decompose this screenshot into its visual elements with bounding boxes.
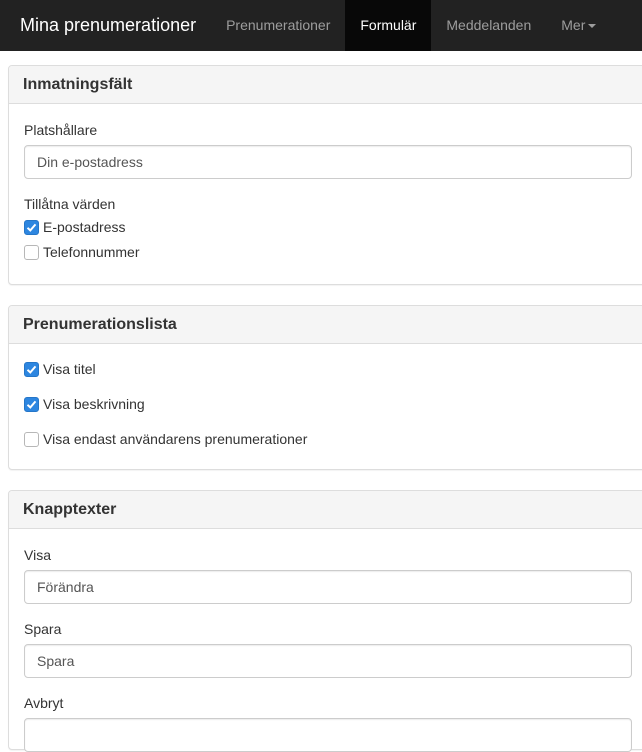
placeholder-input[interactable] xyxy=(24,145,632,179)
checkbox-show-title[interactable] xyxy=(24,361,39,377)
option-show-title[interactable]: Visa titel xyxy=(24,361,96,377)
option-phone[interactable]: Telefonnummer xyxy=(24,244,140,260)
nav-item-formular[interactable]: Formulär xyxy=(345,0,432,51)
show-button-input[interactable] xyxy=(24,570,632,604)
checkbox-phone[interactable] xyxy=(24,244,39,260)
option-show-user-only-label: Visa endast användarens prenumerationer xyxy=(43,431,308,447)
button-texts-panel: Knapptexter Visa Spara Avbryt xyxy=(8,490,642,752)
panel-title: Knapptexter xyxy=(9,491,642,529)
option-show-user-only[interactable]: Visa endast användarens prenumerationer xyxy=(24,431,307,447)
subscription-list-panel: Prenumerationslista Visa titel Visa besk… xyxy=(8,305,642,470)
placeholder-label: Platshållare xyxy=(24,122,98,138)
option-email[interactable]: E-postadress xyxy=(24,219,125,235)
option-show-title-label: Visa titel xyxy=(43,361,96,377)
nav-item-mer-label: Mer xyxy=(561,17,586,33)
panel-title: Inmatningsfält xyxy=(9,66,642,104)
cancel-button-input[interactable] xyxy=(24,718,632,752)
top-navbar: Mina prenumerationer Prenumerationer For… xyxy=(0,0,642,51)
show-button-label: Visa xyxy=(24,547,51,563)
allowed-values-label: Tillåtna värden xyxy=(24,196,116,212)
option-email-label: E-postadress xyxy=(43,219,126,235)
option-show-description-label: Visa beskrivning xyxy=(43,396,145,412)
option-phone-label: Telefonnummer xyxy=(43,244,140,260)
checkbox-show-description[interactable] xyxy=(24,396,39,412)
panel-title: Prenumerationslista xyxy=(9,306,642,344)
nav-item-meddelanden[interactable]: Meddelanden xyxy=(431,0,546,51)
nav-item-mer-dropdown[interactable]: Mer xyxy=(546,0,611,51)
save-button-input[interactable] xyxy=(24,644,632,678)
caret-down-icon xyxy=(588,24,597,29)
app-brand[interactable]: Mina prenumerationer xyxy=(0,0,211,51)
save-button-label: Spara xyxy=(24,621,62,637)
cancel-button-label: Avbryt xyxy=(24,695,64,711)
nav-item-prenumerationer[interactable]: Prenumerationer xyxy=(211,0,345,51)
option-show-description[interactable]: Visa beskrivning xyxy=(24,396,145,412)
checkbox-show-user-only[interactable] xyxy=(24,431,39,447)
checkbox-email[interactable] xyxy=(24,219,39,235)
input-field-panel: Inmatningsfält Platshållare Tillåtna vär… xyxy=(8,65,642,285)
